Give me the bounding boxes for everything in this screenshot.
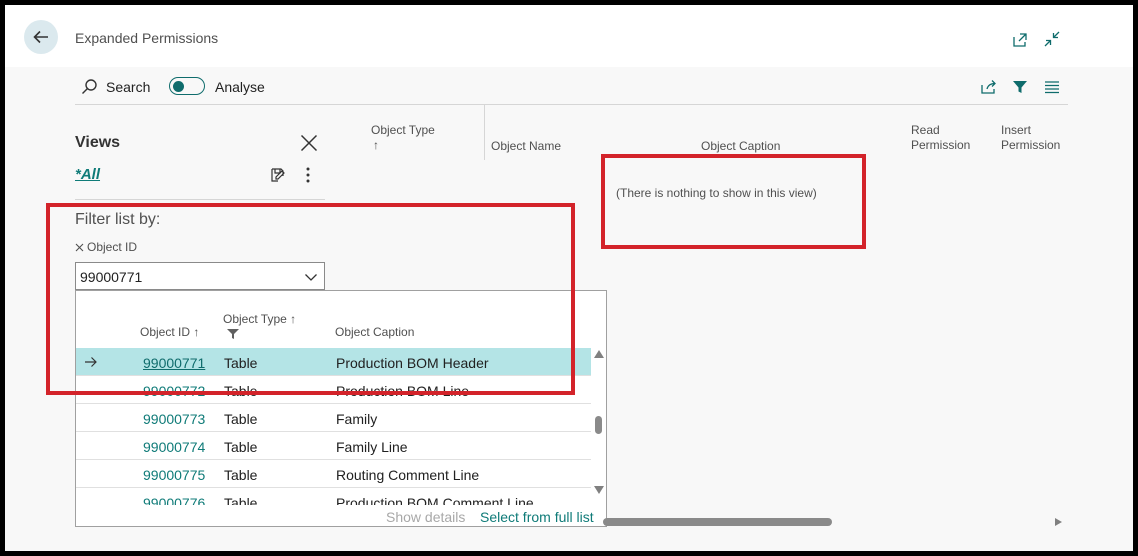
lookup-row[interactable]: 99000775 Table Routing Comment Line — [76, 460, 591, 488]
toggle-knob — [173, 80, 184, 92]
row-object-id[interactable]: 99000774 — [143, 439, 205, 455]
views-divider — [75, 199, 325, 200]
row-object-id[interactable]: 99000773 — [143, 411, 205, 427]
analyse-label: Analyse — [215, 79, 265, 95]
close-icon — [300, 134, 318, 152]
sort-ascending-icon: ↑ — [373, 138, 379, 152]
annotation-box-empty-view — [601, 154, 866, 249]
scroll-up-icon[interactable] — [594, 350, 604, 358]
list-icon — [1045, 81, 1059, 94]
toolbar-divider — [75, 104, 1068, 105]
read-permission-line2: Permission — [911, 138, 971, 152]
lookup-scrollbar[interactable] — [591, 346, 606, 496]
filter-icon — [1013, 81, 1027, 93]
row-object-caption: Family Line — [336, 439, 408, 455]
column-object-type-label: Object Type — [371, 123, 435, 137]
view-all-link[interactable]: *All — [75, 166, 100, 183]
search-button[interactable]: Search — [81, 78, 150, 95]
column-object-caption[interactable]: Object Caption — [701, 139, 780, 154]
more-options-button[interactable] — [300, 164, 316, 186]
filter-pane-button[interactable] — [1009, 76, 1031, 98]
insert-permission-line1: Insert — [1001, 123, 1032, 137]
column-insert-permission[interactable]: Insert Permission — [1001, 123, 1060, 153]
collapse-button[interactable] — [1041, 28, 1063, 50]
select-from-full-list-link[interactable]: Select from full list — [480, 509, 594, 525]
scroll-right-icon[interactable] — [1055, 518, 1062, 526]
save-view-button[interactable] — [267, 164, 289, 186]
row-object-caption: Family — [336, 411, 378, 427]
scroll-down-icon[interactable] — [594, 486, 604, 494]
row-object-id[interactable]: 99000775 — [143, 467, 205, 483]
search-label: Search — [106, 78, 151, 95]
share-button[interactable] — [977, 76, 999, 98]
horizontal-scrollbar[interactable] — [603, 518, 1063, 526]
row-object-type: Table — [224, 411, 258, 427]
row-object-type: Table — [224, 467, 258, 483]
arrow-left-icon — [33, 30, 48, 44]
column-divider — [484, 105, 485, 160]
insert-permission-line2: Permission — [1001, 138, 1061, 152]
search-icon — [82, 79, 97, 94]
scroll-thumb[interactable] — [595, 416, 602, 434]
back-button[interactable] — [24, 20, 58, 54]
row-object-caption: Routing Comment Line — [336, 467, 480, 483]
column-read-permission[interactable]: Read Permission — [911, 123, 970, 153]
collapse-icon — [1044, 31, 1060, 47]
save-view-icon — [271, 168, 285, 182]
page-title: Expanded Permissions — [75, 30, 219, 46]
row-object-type: Table — [224, 439, 258, 455]
read-permission-line1: Read — [911, 123, 940, 137]
close-views-button[interactable] — [298, 132, 320, 154]
lookup-row[interactable]: 99000774 Table Family Line — [76, 432, 591, 460]
open-new-window-button[interactable] — [1009, 29, 1031, 51]
horizontal-scroll-thumb[interactable] — [603, 518, 832, 526]
views-title: Views — [75, 134, 121, 151]
column-object-name[interactable]: Object Name — [491, 139, 561, 154]
show-details-link[interactable]: Show details — [386, 509, 465, 525]
open-in-new-window-icon — [1013, 33, 1027, 47]
list-view-button[interactable] — [1041, 76, 1063, 98]
app-window: Expanded Permissions Search Analyse View… — [5, 5, 1133, 551]
annotation-box-filter — [46, 203, 575, 395]
lookup-row[interactable]: 99000773 Table Family — [76, 404, 591, 432]
column-object-type[interactable]: Object Type ↑ — [371, 123, 435, 153]
more-vertical-icon — [306, 167, 310, 183]
analyse-toggle[interactable] — [169, 77, 205, 95]
share-icon — [980, 80, 996, 94]
lookup-footer: Show details Select from full list — [76, 505, 606, 526]
